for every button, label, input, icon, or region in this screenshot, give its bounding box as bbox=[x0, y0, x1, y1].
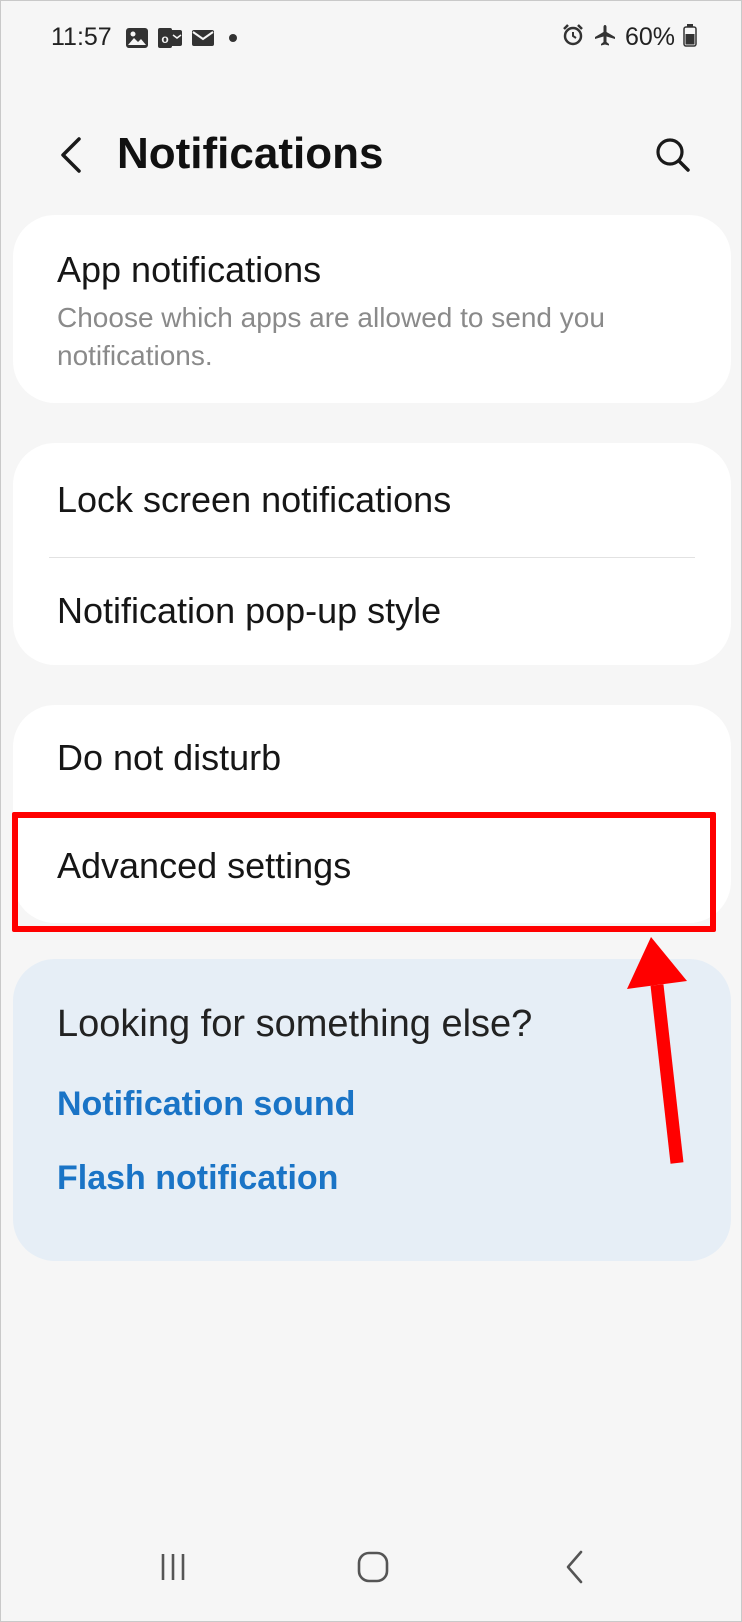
back-button[interactable] bbox=[49, 133, 93, 177]
card-lock-screen: Lock screen notifications Notification p… bbox=[13, 443, 731, 665]
outlook-icon: o bbox=[157, 27, 183, 54]
flash-notification-link[interactable]: Flash notification bbox=[57, 1159, 338, 1198]
recents-icon bbox=[161, 1554, 185, 1580]
notification-popup-style-item[interactable]: Notification pop-up style bbox=[13, 558, 731, 665]
lock-screen-notifications-title: Lock screen notifications bbox=[57, 479, 452, 520]
app-bar: Notifications bbox=[1, 111, 741, 201]
chevron-left-icon bbox=[61, 137, 81, 173]
home-button[interactable] bbox=[343, 1537, 403, 1597]
recents-button[interactable] bbox=[143, 1537, 203, 1597]
back-icon bbox=[566, 1550, 583, 1584]
app-notifications-subtitle: Choose which apps are allowed to send yo… bbox=[57, 302, 605, 371]
page-title: Notifications bbox=[117, 129, 384, 178]
app-notifications-title: App notifications bbox=[57, 249, 322, 290]
status-bar: 11:57 o 60% bbox=[1, 1, 741, 77]
notification-icons: o bbox=[125, 27, 243, 54]
annotation-highlight-box bbox=[12, 812, 716, 932]
battery-icon bbox=[683, 23, 697, 52]
suggestions-heading: Looking for something else? bbox=[57, 1003, 533, 1045]
do-not-disturb-item[interactable]: Do not disturb bbox=[13, 705, 731, 813]
notification-popup-style-title: Notification pop-up style bbox=[57, 590, 442, 631]
search-button[interactable] bbox=[649, 131, 697, 179]
home-icon bbox=[357, 1551, 389, 1583]
svg-text:o: o bbox=[161, 32, 168, 46]
gallery-icon bbox=[125, 27, 149, 54]
app-notifications-item[interactable]: App notifications Choose which apps are … bbox=[13, 215, 731, 403]
search-icon bbox=[656, 138, 690, 172]
status-time: 11:57 bbox=[51, 23, 112, 51]
card-app-notifications: App notifications Choose which apps are … bbox=[13, 215, 731, 403]
airplane-mode-icon bbox=[593, 23, 617, 52]
lock-screen-notifications-item[interactable]: Lock screen notifications bbox=[13, 443, 731, 555]
suggestions-card: Looking for something else? Notification… bbox=[13, 959, 731, 1261]
mail-icon bbox=[191, 28, 215, 53]
notification-sound-link[interactable]: Notification sound bbox=[57, 1085, 355, 1124]
dot-icon bbox=[223, 28, 243, 53]
nav-back-button[interactable] bbox=[545, 1537, 605, 1597]
system-icons: 60% bbox=[561, 23, 697, 52]
alarm-icon bbox=[561, 23, 585, 52]
battery-percent: 60% bbox=[624, 23, 675, 51]
do-not-disturb-title: Do not disturb bbox=[57, 737, 282, 778]
phone-screen: 11:57 o 60% Notifications App notificati… bbox=[0, 0, 742, 1622]
system-nav-bar bbox=[1, 1521, 741, 1621]
